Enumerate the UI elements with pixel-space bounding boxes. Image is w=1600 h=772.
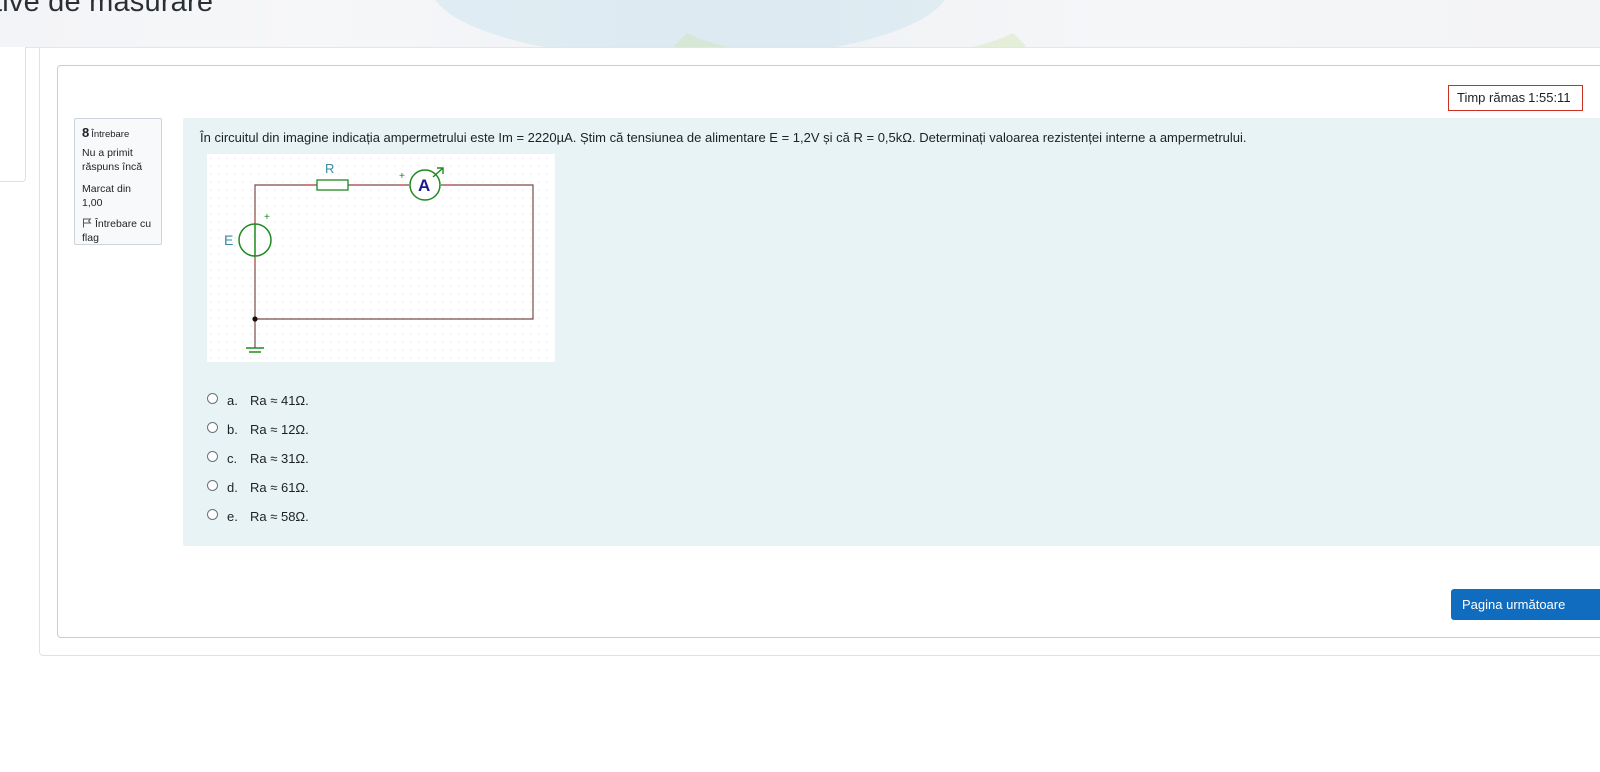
ammeter-label: A xyxy=(418,176,430,195)
timer-value: 1:55:11 xyxy=(1528,90,1571,105)
next-page-button[interactable]: Pagina următoare xyxy=(1451,589,1600,620)
source-plus-sign: + xyxy=(264,212,270,223)
circuit-diagram: R A + + E xyxy=(207,154,555,362)
answer-letter: e. xyxy=(227,509,238,524)
answer-letter: b. xyxy=(227,422,238,437)
resistor-label: R xyxy=(325,161,334,176)
question-status: Nu a primit răspuns încă xyxy=(82,147,143,173)
question-content: În circuitul din imagine indicația amper… xyxy=(183,118,1600,546)
flag-question-toggle[interactable]: Întrebare cu flag xyxy=(82,217,154,245)
radio-button[interactable] xyxy=(207,393,218,404)
flag-label: Întrebare cu flag xyxy=(82,218,152,244)
answer-text[interactable]: Ra ≈ 58Ω. xyxy=(250,509,309,524)
radio-button[interactable] xyxy=(207,509,218,520)
ammeter-plus-sign: + xyxy=(399,171,405,182)
quiz-timer: Timp rămas 1:55:11 xyxy=(1448,85,1583,111)
radio-button[interactable] xyxy=(207,422,218,433)
radio-button[interactable] xyxy=(207,480,218,491)
question-word: Întrebare xyxy=(91,129,130,140)
banner-decoration xyxy=(960,0,1212,47)
left-drawer-block xyxy=(0,47,26,182)
question-number: 8 xyxy=(82,125,90,140)
page-header-banner: tive de masurare xyxy=(0,0,1600,48)
timer-label: Timp rămas xyxy=(1457,90,1526,105)
junction-node xyxy=(252,316,258,322)
flag-icon xyxy=(83,218,92,228)
answer-letter: d. xyxy=(227,480,238,495)
question-text: În circuitul din imagine indicația amper… xyxy=(200,130,1247,145)
radio-button[interactable] xyxy=(207,451,218,462)
answer-option-d[interactable]: d. Ra ≈ 61Ω. xyxy=(207,473,309,502)
answer-text[interactable]: Ra ≈ 12Ω. xyxy=(250,422,309,437)
answer-option-a[interactable]: a. Ra ≈ 41Ω. xyxy=(207,386,309,415)
answer-option-e[interactable]: e. Ra ≈ 58Ω. xyxy=(207,502,309,531)
answer-text[interactable]: Ra ≈ 41Ω. xyxy=(250,393,309,408)
resistor-symbol xyxy=(316,179,349,191)
answer-text[interactable]: Ra ≈ 31Ω. xyxy=(250,451,309,466)
answer-letter: a. xyxy=(227,393,238,408)
answer-options: a. Ra ≈ 41Ω. b. Ra ≈ 12Ω. c. Ra ≈ 31Ω. d… xyxy=(207,386,309,531)
page-title: tive de masurare xyxy=(0,0,214,18)
source-label: E xyxy=(224,232,233,248)
question-mark: Marcat din 1,00 xyxy=(82,183,132,209)
answer-option-c[interactable]: c. Ra ≈ 31Ω. xyxy=(207,444,309,473)
answer-option-b[interactable]: b. Ra ≈ 12Ω. xyxy=(207,415,309,444)
question-info: 8 Întrebare Nu a primit răspuns încă Marc… xyxy=(74,118,162,245)
answer-letter: c. xyxy=(227,451,238,466)
answer-text[interactable]: Ra ≈ 61Ω. xyxy=(250,480,309,495)
